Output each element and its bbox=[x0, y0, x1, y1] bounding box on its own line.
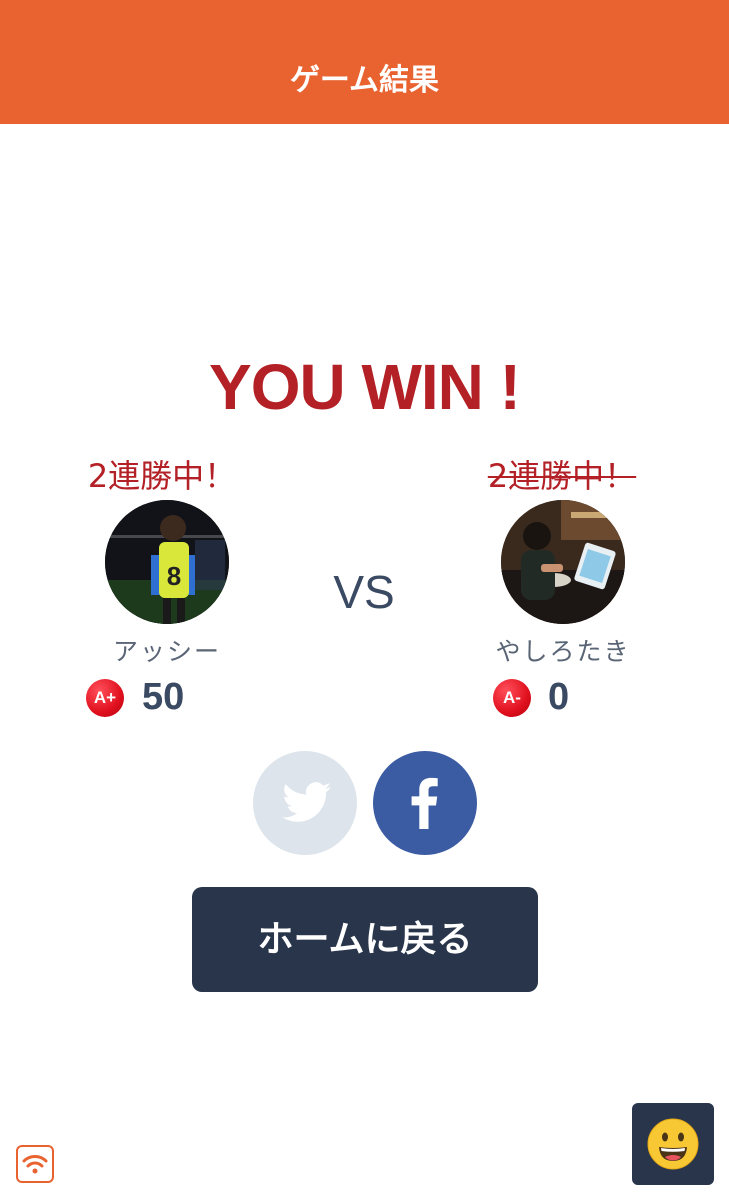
home-button[interactable]: ホームに戻る bbox=[192, 887, 538, 992]
vs-label: VS bbox=[333, 566, 395, 618]
left-player-points: 50 bbox=[142, 676, 185, 718]
connection-status-button[interactable] bbox=[16, 1145, 54, 1183]
page-title: ゲーム結果 bbox=[289, 63, 440, 98]
left-streak-label: 2連勝中！ bbox=[87, 457, 237, 495]
right-player-points: 0 bbox=[548, 676, 570, 718]
result-title: YOU WIN ! bbox=[209, 351, 521, 423]
twitter-bird-icon bbox=[282, 782, 332, 822]
right-player-name: やしろたき bbox=[495, 637, 631, 666]
facebook-share-button[interactable] bbox=[373, 751, 477, 855]
left-rank-badge: A+ bbox=[86, 679, 124, 717]
facebook-f-icon bbox=[411, 777, 438, 829]
left-player-name: アッシー bbox=[112, 637, 221, 666]
chat-button[interactable] bbox=[632, 1103, 714, 1185]
right-streak-label: 2連勝中！ bbox=[487, 457, 637, 495]
svg-text:8: 8 bbox=[167, 561, 181, 591]
right-rank-badge: A- bbox=[493, 679, 531, 717]
left-player-avatar[interactable]: 8 bbox=[105, 500, 229, 624]
smiley-face-icon bbox=[647, 1118, 699, 1170]
right-player-avatar[interactable] bbox=[501, 500, 625, 624]
app-header: ゲーム結果 bbox=[0, 0, 729, 124]
twitter-share-button[interactable] bbox=[253, 751, 357, 855]
wifi-icon bbox=[22, 1155, 48, 1174]
